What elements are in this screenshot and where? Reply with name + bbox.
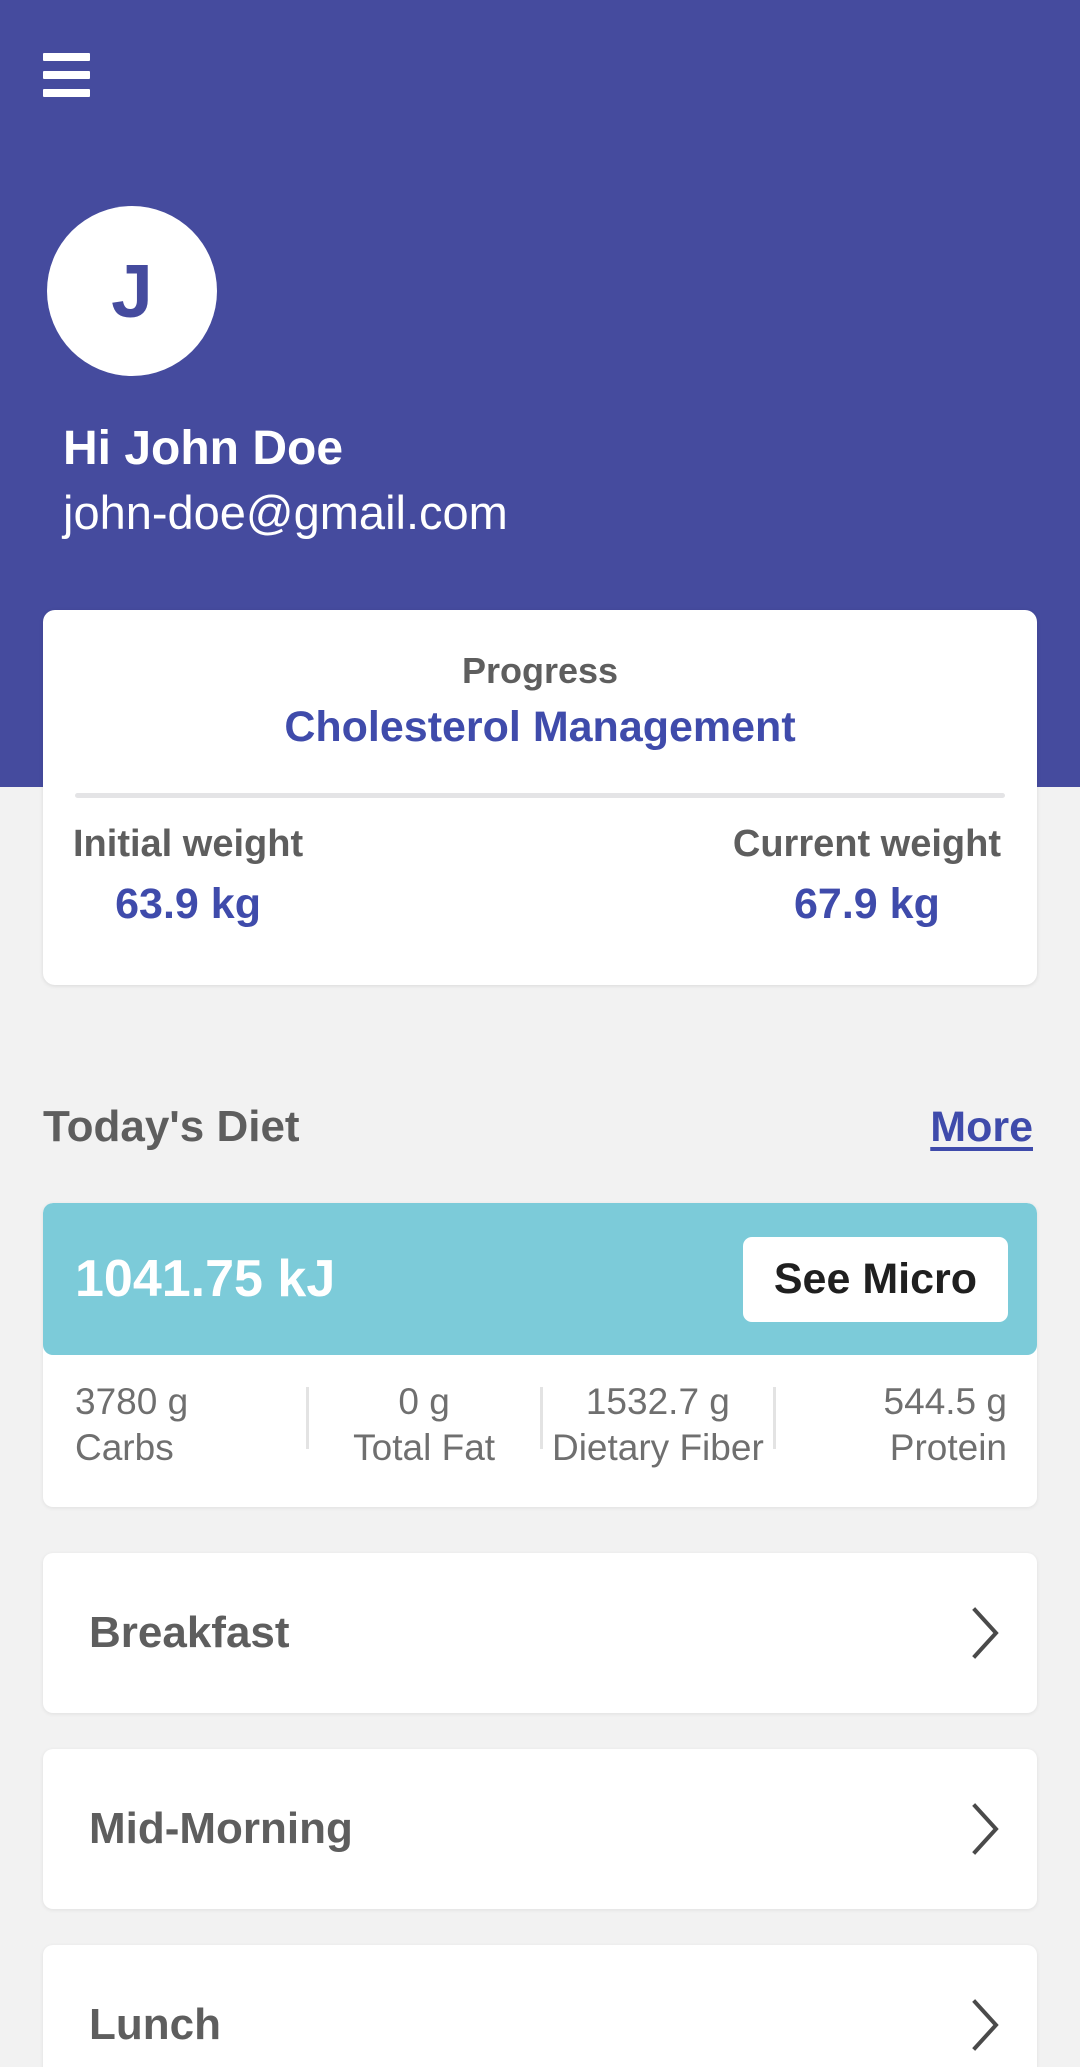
macro-value: 0 g <box>398 1381 450 1422</box>
macro-item-dietary-fiber: 1532.7 g Dietary Fiber <box>543 1379 774 1472</box>
more-link[interactable]: More <box>930 1103 1037 1152</box>
macros-row: 3780 g Carbs 0 g Total Fat 1532.7 g Diet… <box>43 1355 1037 1507</box>
greeting-text: Hi John Doe <box>63 422 344 475</box>
macro-label: Carbs <box>75 1427 174 1469</box>
macro-label: Total Fat <box>353 1427 496 1469</box>
avatar[interactable]: J <box>47 206 217 376</box>
initial-weight-value: 63.9 kg <box>115 879 261 928</box>
progress-card[interactable]: Progress Cholesterol Management Initial … <box>43 610 1037 985</box>
energy-value: 1041.75 kJ <box>75 1250 336 1308</box>
chevron-right-icon[interactable] <box>971 1999 1001 2051</box>
macro-item-carbs: 3780 g Carbs <box>43 1379 306 1472</box>
meal-name: Breakfast <box>89 1608 290 1657</box>
macro-value: 1532.7 g <box>585 1381 730 1422</box>
progress-program-title: Cholesterol Management <box>284 703 796 751</box>
avatar-initial: J <box>111 248 153 333</box>
initial-weight-block: Initial weight 63.9 kg <box>73 822 303 930</box>
diet-section-header: Today's Diet More <box>0 1092 1080 1162</box>
app-screen: J Hi John Doe john-doe@gmail.com Progres… <box>0 0 1080 2067</box>
macro-item-protein: 544.5 g Protein <box>776 1379 1037 1472</box>
nutrition-summary-card: 1041.75 kJ See Micro 3780 g Carbs 0 g To… <box>43 1203 1037 1507</box>
hamburger-bar-1 <box>43 53 90 61</box>
page-title: Today's Diet <box>43 1102 300 1151</box>
progress-divider <box>75 793 1005 798</box>
macro-value: 544.5 g <box>883 1381 1007 1422</box>
weights-row: Initial weight 63.9 kg Current weight 67… <box>43 822 1037 930</box>
hamburger-bar-2 <box>43 71 90 79</box>
meal-row-breakfast[interactable]: Breakfast <box>43 1553 1037 1713</box>
see-micro-button[interactable]: See Micro <box>742 1236 1008 1322</box>
chevron-right-icon[interactable] <box>971 1607 1001 1659</box>
user-email: john-doe@gmail.com <box>63 486 508 539</box>
meal-row-mid-morning[interactable]: Mid-Morning <box>43 1749 1037 1909</box>
macro-value: 3780 g <box>75 1381 189 1422</box>
hamburger-bar-3 <box>43 89 90 97</box>
chevron-right-icon[interactable] <box>971 1803 1001 1855</box>
macro-label: Dietary Fiber <box>551 1427 764 1469</box>
current-weight-value: 67.9 kg <box>794 879 940 928</box>
macro-label: Protein <box>889 1427 1007 1469</box>
current-weight-label: Current weight <box>732 823 1001 865</box>
meal-name: Mid-Morning <box>89 1804 353 1853</box>
hamburger-menu-icon[interactable] <box>43 53 90 97</box>
energy-banner: 1041.75 kJ See Micro <box>43 1203 1037 1355</box>
meal-row-lunch[interactable]: Lunch <box>43 1945 1037 2067</box>
initial-weight-label: Initial weight <box>73 823 304 865</box>
current-weight-block: Current weight 67.9 kg <box>733 822 1001 930</box>
meal-name: Lunch <box>89 2000 221 2049</box>
macro-item-total-fat: 0 g Total Fat <box>309 1379 540 1472</box>
progress-label: Progress <box>461 650 619 691</box>
